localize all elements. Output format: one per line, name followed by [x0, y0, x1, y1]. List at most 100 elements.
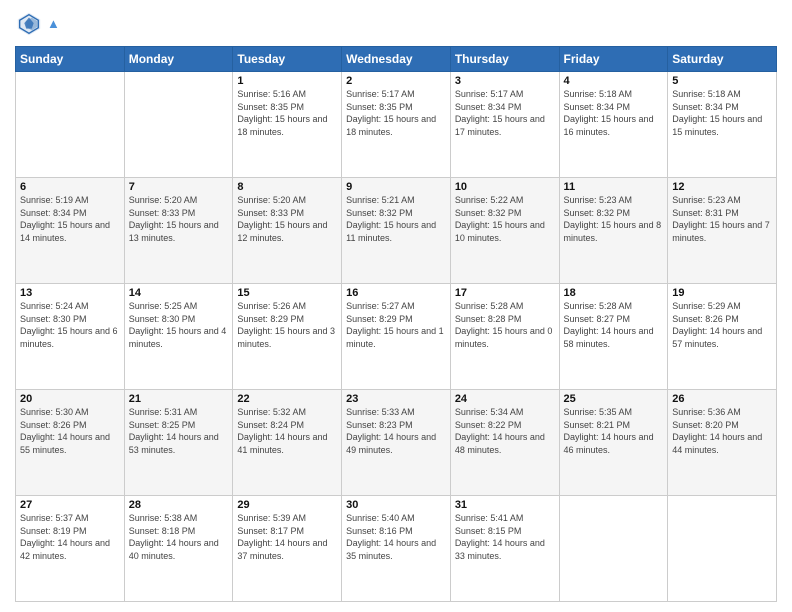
calendar-cell: 15 Sunrise: 5:26 AMSunset: 8:29 PMDaylig… [233, 284, 342, 390]
day-number: 11 [564, 181, 664, 193]
day-number: 23 [346, 393, 446, 405]
calendar-cell: 5 Sunrise: 5:18 AMSunset: 8:34 PMDayligh… [668, 72, 777, 178]
calendar-week-row: 20 Sunrise: 5:30 AMSunset: 8:26 PMDaylig… [16, 390, 777, 496]
day-number: 18 [564, 287, 664, 299]
day-number: 14 [129, 287, 229, 299]
day-number: 20 [20, 393, 120, 405]
calendar-cell: 26 Sunrise: 5:36 AMSunset: 8:20 PMDaylig… [668, 390, 777, 496]
calendar-cell: 3 Sunrise: 5:17 AMSunset: 8:34 PMDayligh… [450, 72, 559, 178]
calendar-cell [124, 72, 233, 178]
day-info: Sunrise: 5:26 AMSunset: 8:29 PMDaylight:… [237, 300, 337, 350]
day-info: Sunrise: 5:27 AMSunset: 8:29 PMDaylight:… [346, 300, 446, 350]
day-number: 29 [237, 499, 337, 511]
calendar-cell: 28 Sunrise: 5:38 AMSunset: 8:18 PMDaylig… [124, 496, 233, 602]
calendar-cell: 17 Sunrise: 5:28 AMSunset: 8:28 PMDaylig… [450, 284, 559, 390]
calendar-cell: 25 Sunrise: 5:35 AMSunset: 8:21 PMDaylig… [559, 390, 668, 496]
calendar-cell: 2 Sunrise: 5:17 AMSunset: 8:35 PMDayligh… [342, 72, 451, 178]
day-info: Sunrise: 5:23 AMSunset: 8:32 PMDaylight:… [564, 194, 664, 244]
day-info: Sunrise: 5:19 AMSunset: 8:34 PMDaylight:… [20, 194, 120, 244]
day-info: Sunrise: 5:25 AMSunset: 8:30 PMDaylight:… [129, 300, 229, 350]
day-number: 16 [346, 287, 446, 299]
day-info: Sunrise: 5:37 AMSunset: 8:19 PMDaylight:… [20, 512, 120, 562]
calendar-week-row: 13 Sunrise: 5:24 AMSunset: 8:30 PMDaylig… [16, 284, 777, 390]
day-info: Sunrise: 5:20 AMSunset: 8:33 PMDaylight:… [237, 194, 337, 244]
day-number: 4 [564, 75, 664, 87]
calendar-header-cell: Thursday [450, 47, 559, 72]
day-number: 15 [237, 287, 337, 299]
page: ▲ SundayMondayTuesdayWednesdayThursdayFr… [0, 0, 792, 612]
calendar-cell: 12 Sunrise: 5:23 AMSunset: 8:31 PMDaylig… [668, 178, 777, 284]
day-number: 27 [20, 499, 120, 511]
calendar-week-row: 6 Sunrise: 5:19 AMSunset: 8:34 PMDayligh… [16, 178, 777, 284]
day-number: 6 [20, 181, 120, 193]
day-info: Sunrise: 5:24 AMSunset: 8:30 PMDaylight:… [20, 300, 120, 350]
logo: ▲ [15, 10, 60, 38]
calendar-table: SundayMondayTuesdayWednesdayThursdayFrid… [15, 46, 777, 602]
calendar-header-row: SundayMondayTuesdayWednesdayThursdayFrid… [16, 47, 777, 72]
day-number: 13 [20, 287, 120, 299]
calendar-cell: 1 Sunrise: 5:16 AMSunset: 8:35 PMDayligh… [233, 72, 342, 178]
logo-icon [15, 10, 43, 38]
day-number: 19 [672, 287, 772, 299]
calendar-header-cell: Friday [559, 47, 668, 72]
calendar-cell: 14 Sunrise: 5:25 AMSunset: 8:30 PMDaylig… [124, 284, 233, 390]
calendar-cell: 23 Sunrise: 5:33 AMSunset: 8:23 PMDaylig… [342, 390, 451, 496]
calendar-cell: 4 Sunrise: 5:18 AMSunset: 8:34 PMDayligh… [559, 72, 668, 178]
day-number: 31 [455, 499, 555, 511]
day-number: 3 [455, 75, 555, 87]
day-number: 28 [129, 499, 229, 511]
header: ▲ [15, 10, 777, 38]
calendar-week-row: 27 Sunrise: 5:37 AMSunset: 8:19 PMDaylig… [16, 496, 777, 602]
day-number: 9 [346, 181, 446, 193]
calendar-cell: 11 Sunrise: 5:23 AMSunset: 8:32 PMDaylig… [559, 178, 668, 284]
calendar-cell: 27 Sunrise: 5:37 AMSunset: 8:19 PMDaylig… [16, 496, 125, 602]
calendar-cell: 10 Sunrise: 5:22 AMSunset: 8:32 PMDaylig… [450, 178, 559, 284]
day-number: 8 [237, 181, 337, 193]
calendar-cell: 9 Sunrise: 5:21 AMSunset: 8:32 PMDayligh… [342, 178, 451, 284]
day-info: Sunrise: 5:39 AMSunset: 8:17 PMDaylight:… [237, 512, 337, 562]
calendar-cell: 30 Sunrise: 5:40 AMSunset: 8:16 PMDaylig… [342, 496, 451, 602]
calendar-cell [16, 72, 125, 178]
day-info: Sunrise: 5:34 AMSunset: 8:22 PMDaylight:… [455, 406, 555, 456]
day-info: Sunrise: 5:21 AMSunset: 8:32 PMDaylight:… [346, 194, 446, 244]
day-number: 24 [455, 393, 555, 405]
day-info: Sunrise: 5:17 AMSunset: 8:34 PMDaylight:… [455, 88, 555, 138]
day-info: Sunrise: 5:23 AMSunset: 8:31 PMDaylight:… [672, 194, 772, 244]
day-info: Sunrise: 5:20 AMSunset: 8:33 PMDaylight:… [129, 194, 229, 244]
day-info: Sunrise: 5:16 AMSunset: 8:35 PMDaylight:… [237, 88, 337, 138]
calendar-week-row: 1 Sunrise: 5:16 AMSunset: 8:35 PMDayligh… [16, 72, 777, 178]
day-number: 7 [129, 181, 229, 193]
day-number: 26 [672, 393, 772, 405]
day-number: 10 [455, 181, 555, 193]
calendar-cell: 19 Sunrise: 5:29 AMSunset: 8:26 PMDaylig… [668, 284, 777, 390]
day-info: Sunrise: 5:36 AMSunset: 8:20 PMDaylight:… [672, 406, 772, 456]
day-info: Sunrise: 5:38 AMSunset: 8:18 PMDaylight:… [129, 512, 229, 562]
day-info: Sunrise: 5:22 AMSunset: 8:32 PMDaylight:… [455, 194, 555, 244]
calendar-header-cell: Wednesday [342, 47, 451, 72]
day-number: 22 [237, 393, 337, 405]
day-info: Sunrise: 5:32 AMSunset: 8:24 PMDaylight:… [237, 406, 337, 456]
day-number: 1 [237, 75, 337, 87]
day-number: 25 [564, 393, 664, 405]
day-info: Sunrise: 5:31 AMSunset: 8:25 PMDaylight:… [129, 406, 229, 456]
calendar-cell: 29 Sunrise: 5:39 AMSunset: 8:17 PMDaylig… [233, 496, 342, 602]
day-info: Sunrise: 5:35 AMSunset: 8:21 PMDaylight:… [564, 406, 664, 456]
calendar-cell: 18 Sunrise: 5:28 AMSunset: 8:27 PMDaylig… [559, 284, 668, 390]
calendar-header-cell: Tuesday [233, 47, 342, 72]
calendar-header-cell: Saturday [668, 47, 777, 72]
day-number: 5 [672, 75, 772, 87]
day-info: Sunrise: 5:41 AMSunset: 8:15 PMDaylight:… [455, 512, 555, 562]
day-number: 17 [455, 287, 555, 299]
calendar-cell: 6 Sunrise: 5:19 AMSunset: 8:34 PMDayligh… [16, 178, 125, 284]
day-number: 2 [346, 75, 446, 87]
calendar-cell: 24 Sunrise: 5:34 AMSunset: 8:22 PMDaylig… [450, 390, 559, 496]
calendar-cell: 21 Sunrise: 5:31 AMSunset: 8:25 PMDaylig… [124, 390, 233, 496]
calendar-cell: 20 Sunrise: 5:30 AMSunset: 8:26 PMDaylig… [16, 390, 125, 496]
calendar-cell: 8 Sunrise: 5:20 AMSunset: 8:33 PMDayligh… [233, 178, 342, 284]
day-info: Sunrise: 5:40 AMSunset: 8:16 PMDaylight:… [346, 512, 446, 562]
calendar-cell: 22 Sunrise: 5:32 AMSunset: 8:24 PMDaylig… [233, 390, 342, 496]
calendar-header-cell: Sunday [16, 47, 125, 72]
day-info: Sunrise: 5:29 AMSunset: 8:26 PMDaylight:… [672, 300, 772, 350]
calendar-header-cell: Monday [124, 47, 233, 72]
calendar-cell: 7 Sunrise: 5:20 AMSunset: 8:33 PMDayligh… [124, 178, 233, 284]
